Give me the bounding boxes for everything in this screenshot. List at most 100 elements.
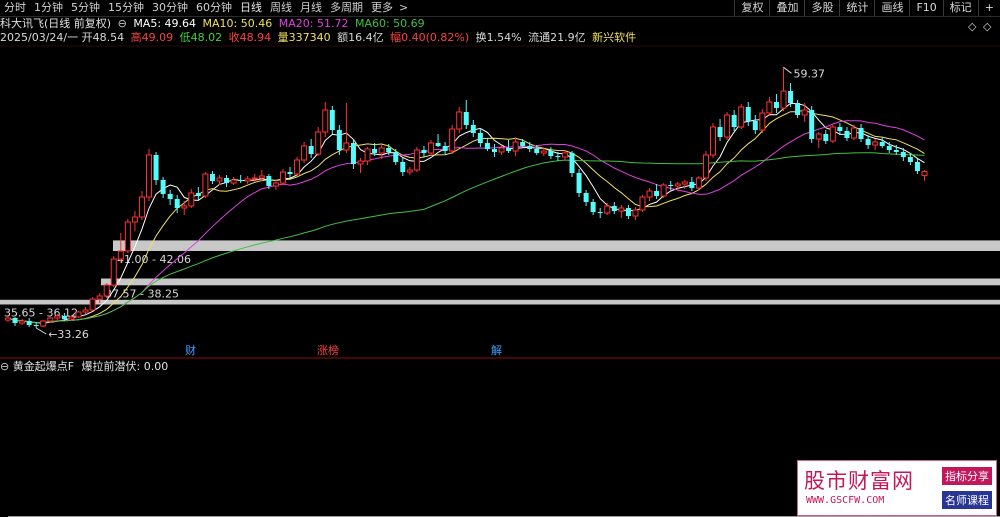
toolbar: 分时 1分钟 5分钟 15分钟 30分钟 60分钟 日线 周线 月线 多周期 更多 > 复权 叠加 多股统… bbox=[0, 0, 1000, 17]
candle-body bbox=[301, 145, 308, 161]
low-label: 低48.02 bbox=[179, 31, 223, 44]
tool-button-6[interactable]: 标记 bbox=[942, 0, 978, 16]
indicator-settings-icon[interactable]: ⊖ bbox=[0, 360, 9, 373]
candle-body bbox=[230, 179, 237, 184]
candle-body bbox=[576, 173, 582, 193]
candle-body bbox=[639, 196, 646, 211]
period-tab-9[interactable]: 多周期 bbox=[326, 0, 367, 16]
sector-label: 新兴软件 bbox=[592, 31, 637, 44]
candle-body bbox=[209, 174, 215, 181]
period-tab-10[interactable]: 更多 bbox=[367, 0, 397, 16]
candle-body bbox=[89, 298, 96, 311]
turnover-label: 换1.54% bbox=[475, 31, 522, 44]
period-tab-1[interactable]: 1分钟 bbox=[30, 0, 67, 16]
tool-button-1[interactable]: 叠加 bbox=[769, 0, 804, 16]
candle-body bbox=[393, 152, 399, 162]
close-label: 收48.94 bbox=[228, 31, 272, 44]
candle-body bbox=[364, 148, 371, 162]
candle-body bbox=[548, 151, 554, 156]
candle-body bbox=[654, 191, 660, 196]
period-tab-6[interactable]: 日线 bbox=[236, 0, 266, 16]
candle-body bbox=[82, 309, 89, 313]
support-zone-label-0: 41.00 - 42.06 bbox=[117, 253, 191, 266]
date-label: 2025/03/24/一 bbox=[0, 31, 79, 44]
candle-body bbox=[534, 149, 540, 153]
period-tab-5[interactable]: 60分钟 bbox=[192, 0, 236, 16]
candle-body bbox=[258, 175, 265, 179]
candle-body bbox=[844, 131, 850, 138]
candle-body bbox=[759, 112, 766, 131]
period-tab-3[interactable]: 15分钟 bbox=[104, 0, 148, 16]
period-tab-8[interactable]: 月线 bbox=[296, 0, 326, 16]
candle-body bbox=[520, 142, 526, 146]
candle-body bbox=[625, 208, 631, 216]
candle-body bbox=[731, 115, 737, 127]
candle-body bbox=[668, 185, 674, 186]
candle-body bbox=[795, 103, 801, 115]
candle-body bbox=[879, 142, 885, 146]
volume-label: 量337340 bbox=[277, 31, 331, 44]
kline-chart[interactable]: 41.00 - 42.0637.57 - 38.2535.65 - 36.125… bbox=[0, 0, 1000, 517]
tool-button-2[interactable]: 多股 bbox=[804, 0, 839, 16]
candle-body bbox=[914, 162, 920, 171]
candle-body bbox=[19, 320, 26, 324]
candle-body bbox=[611, 206, 617, 211]
candle-body bbox=[561, 152, 568, 158]
candle-body bbox=[555, 156, 561, 157]
candle-body bbox=[583, 193, 589, 202]
candle-body bbox=[47, 317, 54, 322]
candle-body bbox=[695, 177, 702, 189]
settings-icon[interactable]: ⊖ bbox=[118, 17, 127, 30]
candle-body bbox=[386, 148, 392, 152]
period-tab-4[interactable]: 30分钟 bbox=[148, 0, 192, 16]
candle-body bbox=[858, 128, 864, 139]
tool-button-5[interactable]: F10 bbox=[909, 0, 942, 16]
tool-button-3[interactable]: 统计 bbox=[839, 0, 874, 16]
period-tab-7[interactable]: 周线 bbox=[266, 0, 296, 16]
support-zone-label-1: 37.57 - 38.25 bbox=[105, 287, 179, 300]
tool-button-4[interactable]: 画线 bbox=[874, 0, 909, 16]
candle-body bbox=[829, 126, 836, 142]
candle-body bbox=[597, 212, 603, 213]
candle-body bbox=[527, 146, 533, 149]
tool-button-7[interactable]: + bbox=[977, 0, 1000, 16]
watermark-title: 股市财富网 bbox=[804, 469, 914, 493]
candle-body bbox=[400, 162, 406, 172]
candle-body bbox=[428, 142, 434, 154]
candle-body bbox=[449, 128, 456, 152]
candle-body bbox=[378, 147, 385, 154]
candle-body bbox=[689, 182, 695, 188]
candle-body bbox=[801, 109, 808, 116]
candle-body bbox=[470, 125, 476, 133]
period-tab-2[interactable]: 5分钟 bbox=[67, 0, 104, 16]
high-label: 高49.09 bbox=[130, 31, 174, 44]
candle-body bbox=[463, 112, 469, 125]
period-tab-0[interactable]: 分时 bbox=[0, 0, 30, 16]
ma60-value: MA60: 50.69 bbox=[354, 17, 425, 30]
candle-body bbox=[569, 153, 575, 173]
candle-body bbox=[138, 196, 145, 218]
candle-body bbox=[251, 177, 258, 180]
candle-body bbox=[279, 171, 286, 184]
candle-body bbox=[294, 159, 301, 175]
candle-body bbox=[287, 172, 293, 174]
candle-body bbox=[512, 141, 519, 152]
candle-body bbox=[33, 325, 39, 326]
candle-body bbox=[146, 154, 152, 198]
candle-body bbox=[216, 177, 223, 182]
candle-body bbox=[837, 127, 843, 131]
watermark-tag-course: 名师课程 bbox=[942, 491, 992, 509]
candle-body bbox=[244, 178, 251, 182]
candle-body bbox=[117, 250, 124, 260]
candle-body bbox=[54, 315, 61, 319]
candle-body bbox=[788, 91, 794, 103]
indicator-title[interactable]: 黄金起爆点F bbox=[13, 360, 74, 373]
amount-label: 额16.4亿 bbox=[337, 31, 384, 44]
event-label-0: 财 bbox=[185, 343, 196, 357]
candle-body bbox=[815, 133, 822, 140]
more-chevron-icon[interactable]: > bbox=[397, 0, 410, 16]
candle-body bbox=[406, 169, 413, 173]
tool-button-0[interactable]: 复权 bbox=[734, 0, 769, 16]
ma-legend: 科大讯飞(日线 前复权) ⊖ MA5: 49.64 MA10: 50.46 MA… bbox=[0, 17, 428, 31]
candle-body bbox=[710, 126, 716, 156]
